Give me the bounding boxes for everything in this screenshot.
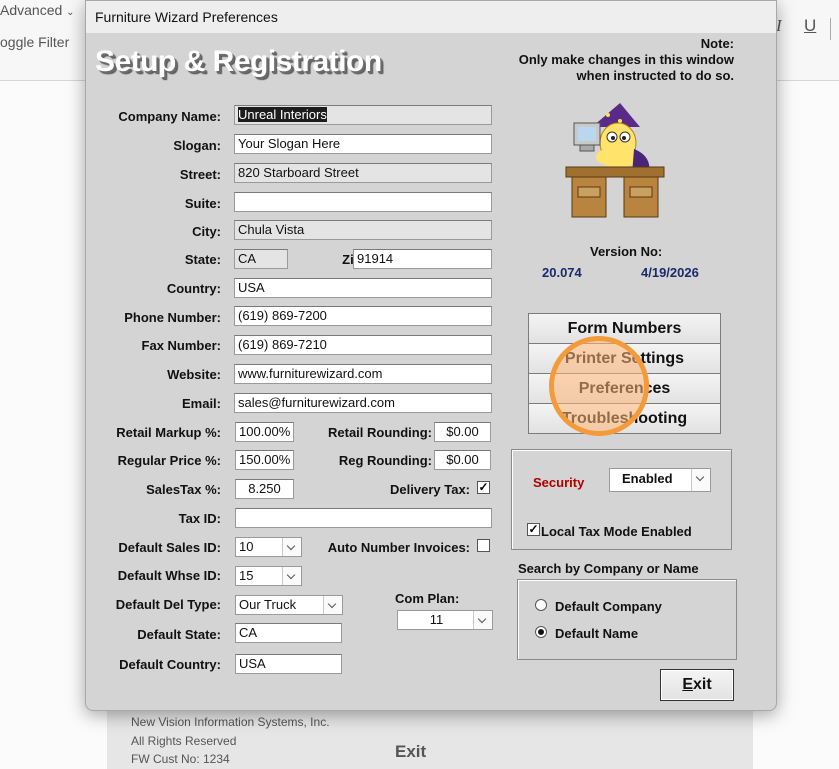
footer-rights: All Rights Reserved: [131, 734, 237, 748]
tax-id-label: Tax ID:: [178, 511, 221, 526]
retail-markup-label: Retail Markup %:: [116, 425, 221, 440]
wizard-mascot-icon: [565, 103, 665, 218]
com-plan-select[interactable]: 11: [397, 610, 493, 630]
default-del-type-label: Default Del Type:: [115, 597, 221, 612]
security-select[interactable]: Enabled: [609, 468, 711, 492]
chevron-down-icon: [323, 596, 342, 614]
slogan-field[interactable]: Your Slogan Here: [234, 134, 492, 154]
default-state-label: Default State:: [137, 627, 221, 642]
fax-field[interactable]: (619) 869-7210: [234, 335, 492, 355]
default-whse-id-label: Default Whse ID:: [117, 568, 221, 583]
default-del-type-value: Our Truck: [239, 597, 297, 612]
retail-markup-field[interactable]: 100.00%: [235, 422, 294, 442]
sales-tax-field[interactable]: 8.250: [235, 479, 294, 499]
reg-rounding-label: Reg Rounding:: [338, 453, 432, 468]
city-label: City:: [192, 224, 221, 239]
security-value: Enabled: [622, 471, 673, 486]
default-state-field[interactable]: CA: [235, 623, 342, 643]
form-numbers-button[interactable]: Form Numbers: [528, 313, 721, 344]
website-field[interactable]: www.furniturewizard.com: [234, 364, 492, 384]
version-label: Version No:: [590, 244, 663, 259]
exit-mnemonic: E: [682, 676, 693, 693]
background-exit-button[interactable]: Exit: [395, 742, 426, 762]
email-field[interactable]: sales@furniturewizard.com: [234, 393, 492, 413]
delivery-tax-label: Delivery Tax:: [390, 482, 470, 497]
website-label: Website:: [167, 367, 221, 382]
version-number: 20.074: [542, 265, 582, 280]
default-sales-id-select[interactable]: 10: [235, 537, 302, 557]
retail-rounding-label: Retail Rounding:: [328, 425, 432, 440]
note-line-1: Note:: [700, 36, 734, 51]
default-whse-id-select[interactable]: 15: [235, 566, 302, 586]
company-name-value: Unreal Interiors: [238, 107, 327, 122]
footer-company: New Vision Information Systems, Inc.: [131, 715, 330, 729]
chevron-down-icon: [473, 611, 492, 629]
chevron-down-icon: [282, 567, 301, 585]
default-del-type-select[interactable]: Our Truck: [235, 595, 343, 615]
slogan-label: Slogan:: [173, 138, 221, 153]
exit-label: xit: [693, 676, 712, 693]
phone-label: Phone Number:: [124, 310, 221, 325]
street-field[interactable]: 820 Starboard Street: [234, 163, 492, 183]
default-sales-id-value: 10: [239, 539, 254, 554]
auto-number-checkbox[interactable]: [477, 539, 490, 552]
chevron-down-icon: [691, 469, 710, 491]
preferences-dialog: Furniture Wizard Preferences Setup & Reg…: [85, 0, 777, 711]
city-field[interactable]: Chula Vista: [234, 220, 492, 240]
local-tax-label: Local Tax Mode Enabled: [541, 524, 692, 539]
state-field[interactable]: CA: [234, 249, 288, 269]
company-name-label: Company Name:: [118, 109, 221, 124]
suite-field[interactable]: [234, 192, 492, 212]
com-plan-value: 11: [429, 612, 444, 627]
phone-field[interactable]: (619) 869-7200: [234, 306, 492, 326]
local-tax-checkbox[interactable]: ✓: [527, 523, 540, 536]
country-label: Country:: [166, 281, 221, 296]
state-label: State:: [184, 252, 221, 267]
note-line-3: when instructed to do so.: [576, 68, 734, 83]
chevron-down-icon: [282, 538, 301, 556]
title-bar: Furniture Wizard Preferences: [86, 1, 776, 33]
version-date: 4/19/2026: [641, 265, 699, 280]
regular-price-field[interactable]: 150.00%: [235, 450, 294, 470]
page-heading: Setup & Registration: [95, 45, 382, 78]
suite-label: Suite:: [184, 196, 221, 211]
company-name-field[interactable]: Unreal Interiors: [234, 105, 492, 125]
sales-tax-label: SalesTax %:: [146, 482, 221, 497]
delivery-tax-checkbox[interactable]: ✓: [477, 481, 490, 494]
chevron-down-icon: ⌄: [66, 7, 75, 18]
default-company-radio[interactable]: [535, 599, 547, 611]
default-company-label: Default Company: [555, 599, 662, 614]
default-country-label: Default Country:: [119, 657, 221, 672]
underline-icon[interactable]: U: [804, 16, 816, 36]
auto-number-label: Auto Number Invoices:: [327, 540, 470, 555]
email-label: Email:: [181, 396, 221, 411]
reg-rounding-field[interactable]: $0.00: [434, 450, 491, 470]
search-group: [517, 579, 737, 660]
security-label: Security: [533, 475, 585, 490]
default-country-field[interactable]: USA: [235, 654, 342, 674]
exit-button[interactable]: Exit: [660, 669, 734, 701]
default-name-radio[interactable]: [535, 626, 547, 638]
toolbar-divider: [830, 18, 831, 40]
zip-field[interactable]: 91914: [353, 249, 492, 269]
tax-id-field[interactable]: [235, 508, 492, 528]
default-name-label: Default Name: [555, 626, 639, 641]
advanced-label: Advanced: [0, 2, 63, 18]
default-sales-id-label: Default Sales ID:: [118, 540, 221, 555]
street-label: Street:: [179, 167, 221, 182]
com-plan-label: Com Plan:: [395, 591, 460, 606]
note-line-2: Only make changes in this window: [518, 52, 734, 67]
click-highlight: [549, 336, 649, 436]
search-group-title: Search by Company or Name: [518, 561, 699, 576]
fax-label: Fax Number:: [141, 338, 221, 353]
retail-rounding-field[interactable]: $0.00: [434, 422, 491, 442]
toggle-filter-button[interactable]: oggle Filter: [0, 34, 69, 50]
regular-price-label: Regular Price %:: [117, 453, 221, 468]
country-field[interactable]: USA: [234, 278, 492, 298]
window-title: Furniture Wizard Preferences: [95, 9, 278, 25]
default-whse-id-value: 15: [239, 568, 254, 583]
footer-cust-no: FW Cust No: 1234: [131, 752, 230, 766]
advanced-menu[interactable]: Advanced ⌄: [0, 2, 75, 18]
